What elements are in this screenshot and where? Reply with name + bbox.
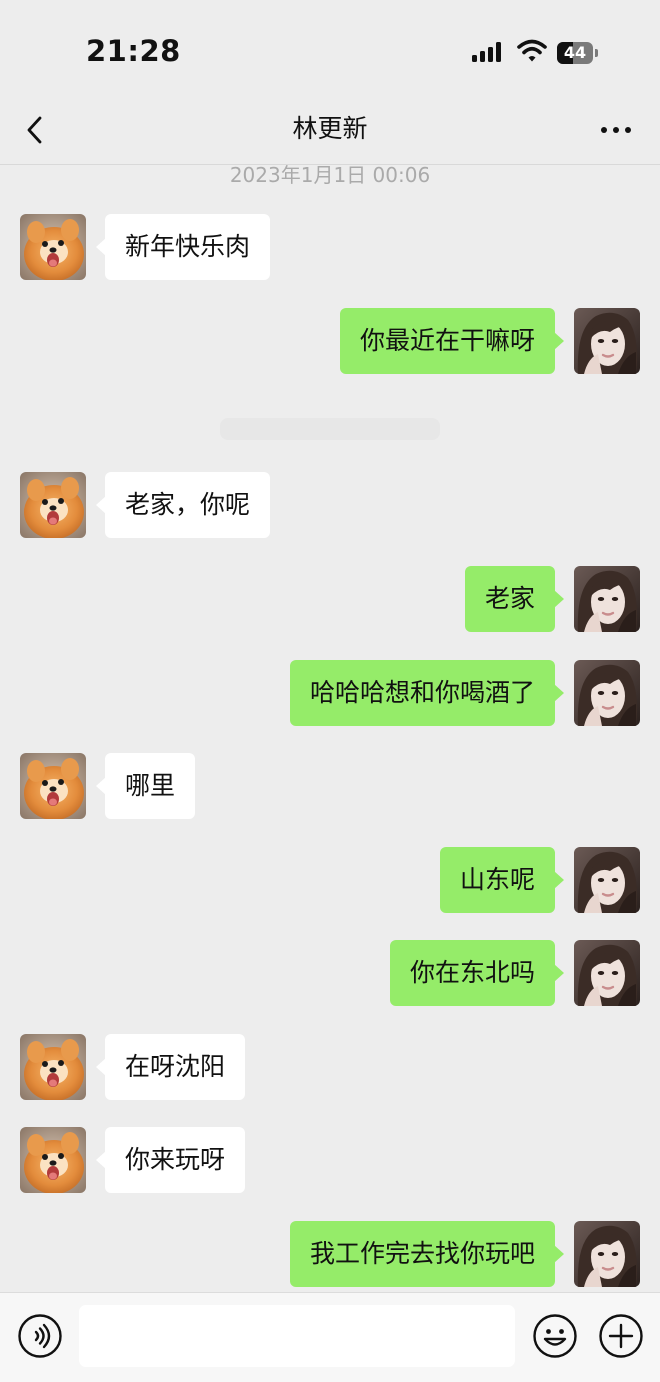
message-input[interactable]	[79, 1305, 515, 1367]
cellular-signal-icon	[472, 42, 504, 62]
received-message-bubble[interactable]: 哪里	[95, 753, 196, 819]
my-avatar[interactable]	[574, 940, 640, 1006]
status-time: 21:28	[86, 34, 181, 68]
my-avatar[interactable]	[574, 847, 640, 913]
battery-icon: 44	[557, 42, 598, 64]
wifi-icon	[517, 39, 547, 67]
plus-icon[interactable]	[598, 1313, 644, 1359]
sent-message-bubble[interactable]: 山东呢	[439, 847, 565, 913]
received-message-bubble[interactable]: 新年快乐肉	[95, 214, 271, 280]
sent-message-bubble[interactable]: 你最近在干嘛呀	[339, 308, 565, 374]
sent-message-bubble[interactable]: 我工作完去找你玩吧	[289, 1221, 565, 1287]
chevron-left-icon[interactable]	[20, 110, 60, 150]
chat-title: 林更新	[292, 114, 368, 143]
more-dots-icon[interactable]	[596, 112, 636, 148]
contact-avatar[interactable]	[20, 214, 86, 280]
input-bar	[0, 1292, 660, 1382]
contact-avatar[interactable]	[20, 753, 86, 819]
battery-percent: 44	[563, 43, 587, 62]
message-timestamp: 2023年1月1日 00:06	[229, 165, 431, 187]
status-bar: 21:28 44	[0, 0, 660, 100]
sent-message-bubble[interactable]: 哈哈哈想和你喝酒了	[289, 660, 565, 726]
my-avatar[interactable]	[574, 308, 640, 374]
my-avatar[interactable]	[574, 566, 640, 632]
contact-avatar[interactable]	[20, 472, 86, 538]
sent-message-bubble[interactable]: 老家	[464, 566, 565, 632]
voice-icon[interactable]	[17, 1313, 63, 1359]
my-avatar[interactable]	[574, 660, 640, 726]
contact-avatar[interactable]	[20, 1034, 86, 1100]
received-message-bubble[interactable]: 你来玩呀	[95, 1127, 246, 1193]
emoji-icon[interactable]	[532, 1313, 578, 1359]
contact-avatar[interactable]	[20, 1127, 86, 1193]
blurred-system-notice	[220, 418, 440, 440]
message-list[interactable]: 2023年1月1日 00:06 新年快乐肉你最近在干嘛呀老家，你呢老家哈哈哈想和…	[0, 165, 660, 1292]
received-message-bubble[interactable]: 在呀沈阳	[95, 1034, 246, 1100]
received-message-bubble[interactable]: 老家，你呢	[95, 472, 271, 538]
sent-message-bubble[interactable]: 你在东北吗	[389, 940, 565, 1006]
chat-header: 林更新	[0, 100, 660, 165]
my-avatar[interactable]	[574, 1221, 640, 1287]
